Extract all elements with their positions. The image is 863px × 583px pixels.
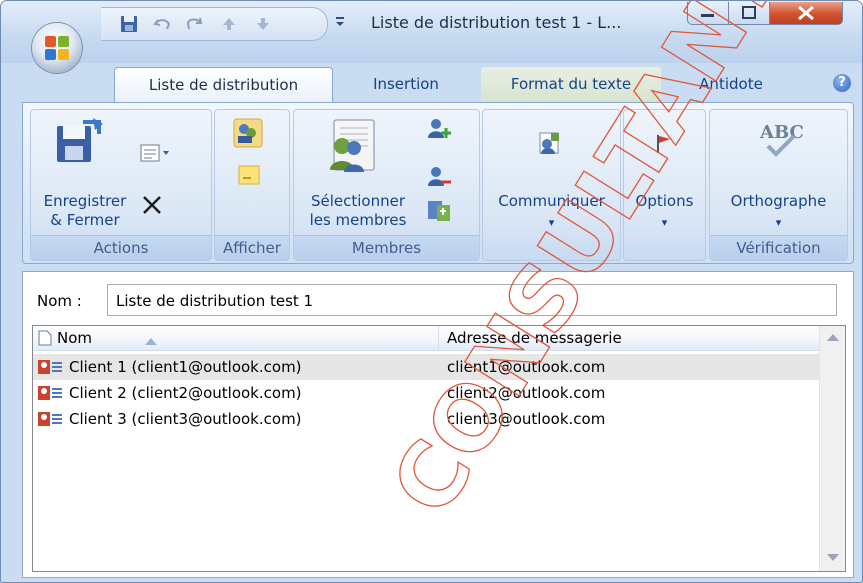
options-button[interactable]: Options <box>624 192 705 211</box>
members-list: Nom Adresse de messagerie Client 1 (clie… <box>32 325 846 572</box>
group-membres: Sélectionner les membres Membres <box>293 109 480 261</box>
ribbon: Enregistrer & Fermer Actions Afficher Sé… <box>22 102 854 264</box>
select-members-label-line1[interactable]: Sélectionner <box>298 192 418 211</box>
add-member-icon[interactable] <box>426 116 452 146</box>
undo-icon[interactable] <box>152 14 174 34</box>
communicate-dropdown-icon[interactable]: ▾ <box>483 213 620 232</box>
scroll-down-icon[interactable] <box>827 554 839 561</box>
table-row[interactable]: Client 2 (client2@outlook.com) client2@o… <box>33 380 819 406</box>
minimize-button[interactable] <box>687 2 729 25</box>
delete-icon[interactable] <box>141 195 163 219</box>
group-afficher: Afficher <box>214 109 290 261</box>
customize-icon[interactable] <box>333 13 349 31</box>
tab-format-du-texte[interactable]: Format du texte <box>481 67 661 101</box>
maximize-button[interactable] <box>728 2 770 25</box>
group-afficher-label: Afficher <box>215 235 289 260</box>
group-verification-label: Vérification <box>710 235 847 260</box>
group-options: Options ▾ <box>623 109 706 261</box>
communicate-icon[interactable] <box>535 130 563 162</box>
sort-ascending-icon <box>145 335 157 350</box>
vertical-scrollbar[interactable] <box>819 326 845 571</box>
categorize-icon[interactable] <box>233 118 263 152</box>
options-dropdown-icon[interactable]: ▾ <box>624 213 705 232</box>
save-icon[interactable] <box>118 14 140 34</box>
scroll-up-icon[interactable] <box>827 334 839 341</box>
column-header-name[interactable]: Nom <box>57 329 92 347</box>
column-header-address[interactable]: Adresse de messagerie <box>447 329 622 347</box>
select-members-label-line2[interactable]: les membres <box>298 211 418 230</box>
group-actions-label: Actions <box>31 235 211 260</box>
tab-antidote[interactable]: Antidote <box>681 67 781 101</box>
content-panel: Nom : Liste de distribution test 1 Nom A… <box>22 271 854 578</box>
group-verification: ABC Orthographe ▾ Vérification <box>709 109 848 261</box>
group-communiquer: Communiquer ▾ <box>482 109 621 261</box>
row-address: client1@outlook.com <box>447 358 606 376</box>
spelling-icon[interactable]: ABC <box>756 116 804 168</box>
update-icon[interactable] <box>426 198 452 228</box>
row-address: client2@outlook.com <box>447 384 606 402</box>
row-name: Client 3 (client3@outlook.com) <box>69 410 302 428</box>
list-header: Nom Adresse de messagerie <box>33 326 819 351</box>
save-close-label-line2[interactable]: & Fermer <box>35 211 135 230</box>
table-row[interactable]: Client 3 (client3@outlook.com) client3@o… <box>33 406 819 432</box>
name-label: Nom : <box>37 292 82 310</box>
document-icon <box>38 330 52 350</box>
close-button[interactable] <box>769 2 843 25</box>
floppy-save-icon[interactable] <box>53 118 105 172</box>
office-button-icon[interactable] <box>32 23 82 73</box>
spelling-button[interactable]: Orthographe <box>710 192 847 211</box>
svg-text:ABC: ABC <box>759 122 804 143</box>
save-close-label-line1[interactable]: Enregistrer <box>35 192 135 211</box>
forward-icon[interactable] <box>139 142 173 168</box>
distribution-list-window: Liste de distribution test 1 - L... List… <box>0 0 863 583</box>
communicate-button[interactable]: Communiquer <box>483 192 620 211</box>
notes-icon[interactable] <box>237 164 261 190</box>
row-name: Client 1 (client1@outlook.com) <box>69 358 302 376</box>
contact-card-icon <box>38 360 62 378</box>
column-separator[interactable] <box>438 326 439 350</box>
table-row[interactable]: Client 1 (client1@outlook.com) client1@o… <box>33 354 819 380</box>
window-title: Liste de distribution test 1 - L... <box>371 13 622 32</box>
name-field[interactable]: Liste de distribution test 1 <box>107 284 837 316</box>
row-address: client3@outlook.com <box>447 410 606 428</box>
remove-member-icon[interactable] <box>426 164 452 194</box>
down-arrow-icon[interactable] <box>252 14 274 34</box>
contact-card-icon <box>38 386 62 404</box>
row-name: Client 2 (client2@outlook.com) <box>69 384 302 402</box>
group-membres-label: Membres <box>294 235 479 260</box>
group-actions: Enregistrer & Fermer Actions <box>30 109 212 261</box>
title-bar: Liste de distribution test 1 - L... <box>1 1 862 63</box>
address-book-icon[interactable] <box>324 116 382 180</box>
contact-card-icon <box>38 412 62 430</box>
redo-icon[interactable] <box>184 14 206 34</box>
help-icon[interactable]: ? <box>833 74 851 92</box>
up-arrow-icon[interactable] <box>218 14 240 34</box>
spelling-dropdown-icon[interactable]: ▾ <box>710 213 847 232</box>
tab-insertion[interactable]: Insertion <box>351 67 461 101</box>
tab-liste-de-distribution[interactable]: Liste de distribution <box>114 67 333 104</box>
quick-access-toolbar <box>101 7 328 41</box>
flag-icon[interactable] <box>652 132 676 160</box>
